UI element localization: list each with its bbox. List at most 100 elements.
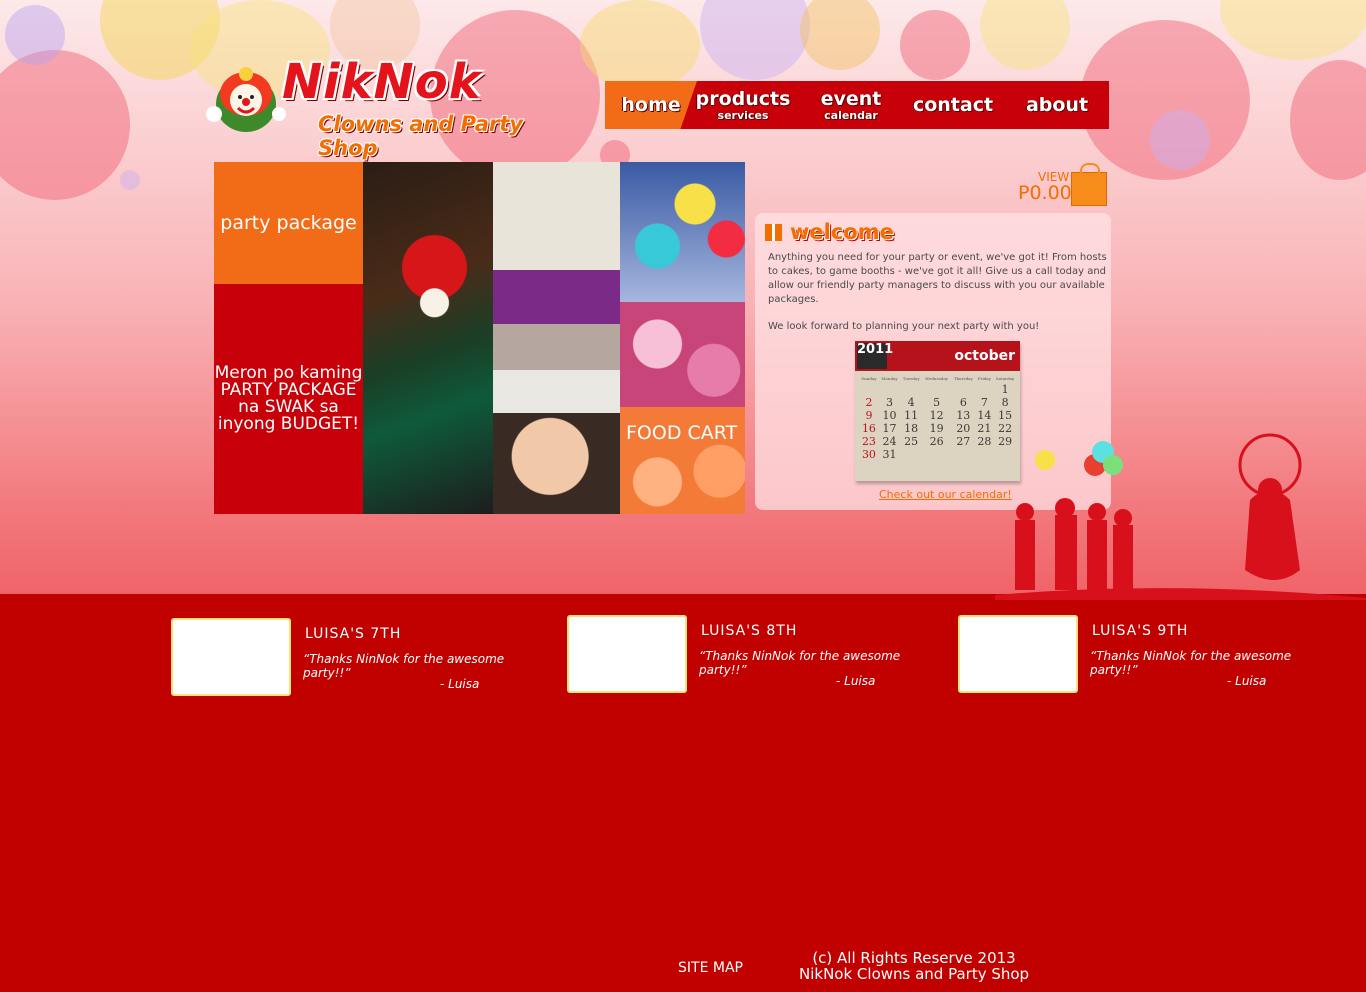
welcome-paragraph-2: We look forward to planning your next pa… — [768, 321, 1040, 332]
promo-text: Meron po kaming PARTY PACKAGE na SWAK sa… — [214, 363, 363, 434]
party-package-tile[interactable]: party package — [214, 162, 363, 284]
calendar-day: 13 — [956, 409, 971, 422]
calendar-weekday: Wednesday — [925, 375, 949, 381]
site-logo[interactable]: NikNok Clowns and Party Shop — [200, 54, 585, 160]
calendar-day — [879, 383, 900, 396]
calendar-day: 20 — [956, 422, 971, 435]
nav-contact-label: contact — [912, 93, 994, 116]
cart-widget[interactable]: VIEW P0.00 — [1012, 163, 1108, 208]
calendar-day — [859, 383, 879, 396]
calendar-day — [976, 383, 994, 396]
calendar-weekday: Friday — [977, 375, 991, 381]
nav-event-calendar[interactable]: event calendar — [801, 81, 901, 129]
nav-home[interactable]: home — [605, 81, 697, 129]
testimonial-quote: “Thanks NinNok for the awesome party!!” — [303, 652, 505, 680]
bubble — [580, 0, 700, 90]
calendar-day: 8 — [1001, 396, 1009, 409]
calendar-day — [922, 383, 951, 396]
calendar-day: 10 — [882, 409, 897, 422]
testimonial-title: LUISA'S 8TH — [701, 623, 798, 639]
calendar-day: 14 — [977, 409, 992, 422]
calendar-month: october — [954, 348, 1015, 364]
calendar-day: 9 — [865, 409, 873, 422]
food-cart-label: FOOD CART — [626, 422, 738, 444]
calendar-day — [900, 383, 922, 396]
calendar-day: 5 — [933, 396, 941, 409]
calendar-day: 24 — [882, 435, 897, 448]
calendar-day: 16 — [861, 422, 876, 435]
testimonial-card: LUISA'S 8TH “Thanks NinNok for the aweso… — [567, 615, 927, 695]
testimonial-title: LUISA'S 9TH — [1092, 623, 1189, 639]
calendar-day: 2 — [865, 396, 873, 409]
calendar-link[interactable]: Check out our calendar! — [879, 488, 1012, 501]
balloons-photo[interactable] — [620, 162, 745, 302]
nav-event-label: event — [820, 87, 882, 110]
calendar-day: 25 — [904, 435, 919, 448]
cotton-candy-photo[interactable] — [620, 302, 745, 407]
testimonial-card: LUISA'S 7TH “Thanks NinNok for the aweso… — [171, 618, 531, 698]
nav-products-label: products — [695, 87, 791, 110]
bubble — [800, 0, 880, 70]
calendar-day: 3 — [886, 396, 894, 409]
calendar-day: 11 — [904, 409, 919, 422]
testimonial-author: - Luisa — [836, 674, 876, 688]
party-silhouette-illustration — [995, 433, 1366, 600]
clown-mascot-icon — [206, 67, 286, 132]
calendar-day: 4 — [907, 396, 915, 409]
bubble — [5, 5, 65, 65]
cart-amount: P0.00 — [1018, 182, 1072, 204]
bubble — [980, 0, 1070, 70]
main-nav: home products services event calendar co… — [605, 81, 1109, 129]
food-cart-tile[interactable]: FOOD CART — [620, 407, 745, 514]
calendar-day — [900, 448, 922, 461]
face-painting-photo[interactable] — [493, 370, 620, 514]
bubble — [1220, 0, 1366, 60]
testimonial-thumbnail[interactable] — [171, 618, 291, 696]
testimonial-quote: “Thanks NinNok for the awesome party!!” — [699, 649, 901, 677]
calendar-day: 23 — [861, 435, 876, 448]
nav-about[interactable]: about — [1009, 81, 1105, 129]
nav-products-sublabel: services — [717, 108, 769, 122]
calendar-header: 2011 october — [855, 341, 1020, 371]
calendar-day — [951, 448, 975, 461]
calendar-weekday: Sunday — [861, 375, 877, 381]
welcome-title: welcome — [790, 220, 894, 244]
calendar-day: 21 — [977, 422, 992, 435]
testimonial-card: LUISA'S 9TH “Thanks NinNok for the aweso… — [958, 615, 1318, 695]
promo-tile[interactable]: Meron po kaming PARTY PACKAGE na SWAK sa… — [214, 284, 363, 514]
calendar-grid: Sunday Monday Tuesday Wednesday Thursday Frid… — [859, 373, 1017, 462]
copyright-line-1: (c) All Rights Reserve 2013 — [812, 949, 1016, 967]
testimonial-thumbnail[interactable] — [567, 615, 687, 693]
calendar-day: 17 — [882, 422, 897, 435]
nav-contact[interactable]: contact — [903, 81, 1003, 129]
bubble — [1290, 60, 1366, 180]
copyright: (c) All Rights Reserve 2013 NikNok Clown… — [799, 950, 1029, 982]
testimonial-author: - Luisa — [440, 677, 480, 691]
calendar-day: 19 — [929, 422, 944, 435]
calendar-day: 6 — [959, 396, 967, 409]
shopping-bag-icon[interactable] — [1071, 163, 1107, 206]
calendar-day: 28 — [977, 435, 992, 448]
party-package-label: party package — [220, 212, 357, 234]
nav-event-sublabel: calendar — [824, 108, 878, 122]
gift-icon — [765, 224, 782, 241]
sitemap-link[interactable]: SITE MAP — [678, 960, 743, 976]
nav-products[interactable]: products services — [693, 81, 793, 129]
bubble — [120, 170, 140, 190]
calendar-day: 18 — [904, 422, 919, 435]
calendar-day: 26 — [929, 435, 944, 448]
calendar-year: 2011 — [857, 343, 893, 369]
bubble — [0, 50, 130, 200]
clown-photo[interactable] — [363, 162, 493, 514]
calendar-day: 30 — [861, 448, 876, 461]
brand-tagline: Clowns and Party Shop — [318, 112, 523, 160]
catering-table-photo[interactable] — [493, 162, 620, 370]
copyright-line-2: NikNok Clowns and Party Shop — [799, 965, 1030, 983]
testimonial-author: - Luisa — [1227, 674, 1267, 688]
testimonial-thumbnail[interactable] — [958, 615, 1078, 693]
brand-name: NikNok — [282, 54, 482, 110]
calendar-day: 12 — [929, 409, 944, 422]
calendar-weekday: Saturday — [995, 375, 1015, 381]
calendar-day: 27 — [956, 435, 971, 448]
calendar-day — [951, 383, 975, 396]
